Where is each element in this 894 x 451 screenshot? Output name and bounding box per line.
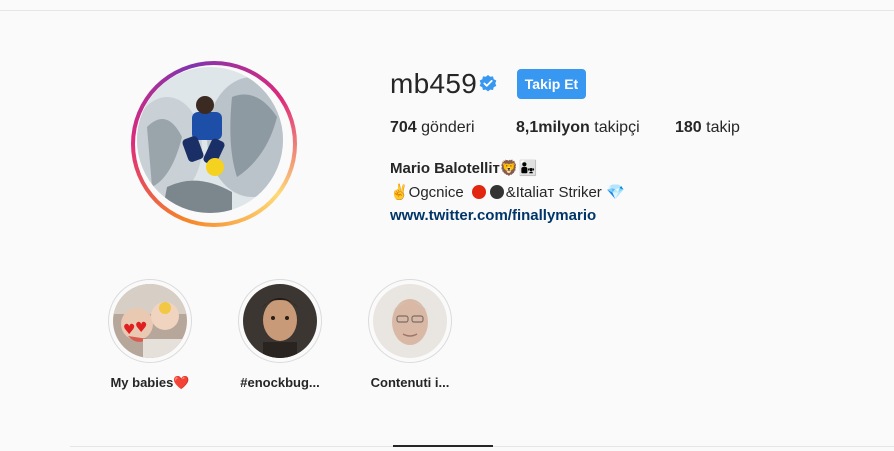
red-circle-icon	[471, 185, 486, 199]
highlight-cover-image	[373, 284, 447, 358]
profile-avatar[interactable]	[137, 67, 283, 213]
profile-username: mb459	[390, 68, 478, 99]
stat-posts: 704 gönderi	[390, 119, 475, 137]
following-label: takip	[706, 119, 740, 136]
highlight-label: #enockbug...	[240, 375, 320, 390]
bio-text-prefix: ✌️Ogcnice	[390, 184, 464, 201]
profile-avatar-story-ring[interactable]	[131, 61, 297, 227]
following-count: 180	[675, 119, 702, 136]
profile-avatar-image	[137, 67, 283, 213]
followers-label: takipçi	[594, 119, 640, 136]
bio-text: ✌️Ogcnice &Italiaт Striker 💎	[390, 183, 625, 201]
active-tab-indicator	[393, 445, 493, 447]
bio-text-suffix: &Italiaт Striker 💎	[505, 184, 625, 201]
bio-full-name: Mario Balotelliт🦁👨‍👧	[390, 160, 538, 177]
highlight-cover-image	[243, 284, 317, 358]
highlight-label: My babies❤️	[110, 375, 190, 390]
highlight-cover-image: ♥ ♥	[113, 284, 187, 358]
stat-followers[interactable]: 8,1milyon takipçi	[516, 119, 640, 137]
highlight-item[interactable]: #enockbug...	[238, 279, 322, 390]
verified-badge-icon	[479, 75, 497, 92]
posts-label: gönderi	[421, 119, 475, 136]
follow-button[interactable]: Takip Et	[517, 69, 586, 99]
highlight-item[interactable]: ♥ ♥ My babies❤️	[108, 279, 192, 390]
highlight-label: Contenuti i...	[370, 375, 450, 390]
highlight-item[interactable]: Contenuti i...	[368, 279, 452, 390]
black-circle-icon	[489, 185, 504, 199]
svg-text:♥: ♥	[135, 320, 148, 336]
bio-website-link[interactable]: www.twitter.com/finallymario	[390, 207, 596, 224]
posts-count: 704	[390, 119, 417, 136]
svg-text:♥: ♥	[123, 322, 136, 338]
stat-following[interactable]: 180 takip	[675, 119, 740, 137]
followers-count: 8,1milyon	[516, 119, 590, 136]
top-divider	[0, 10, 894, 11]
